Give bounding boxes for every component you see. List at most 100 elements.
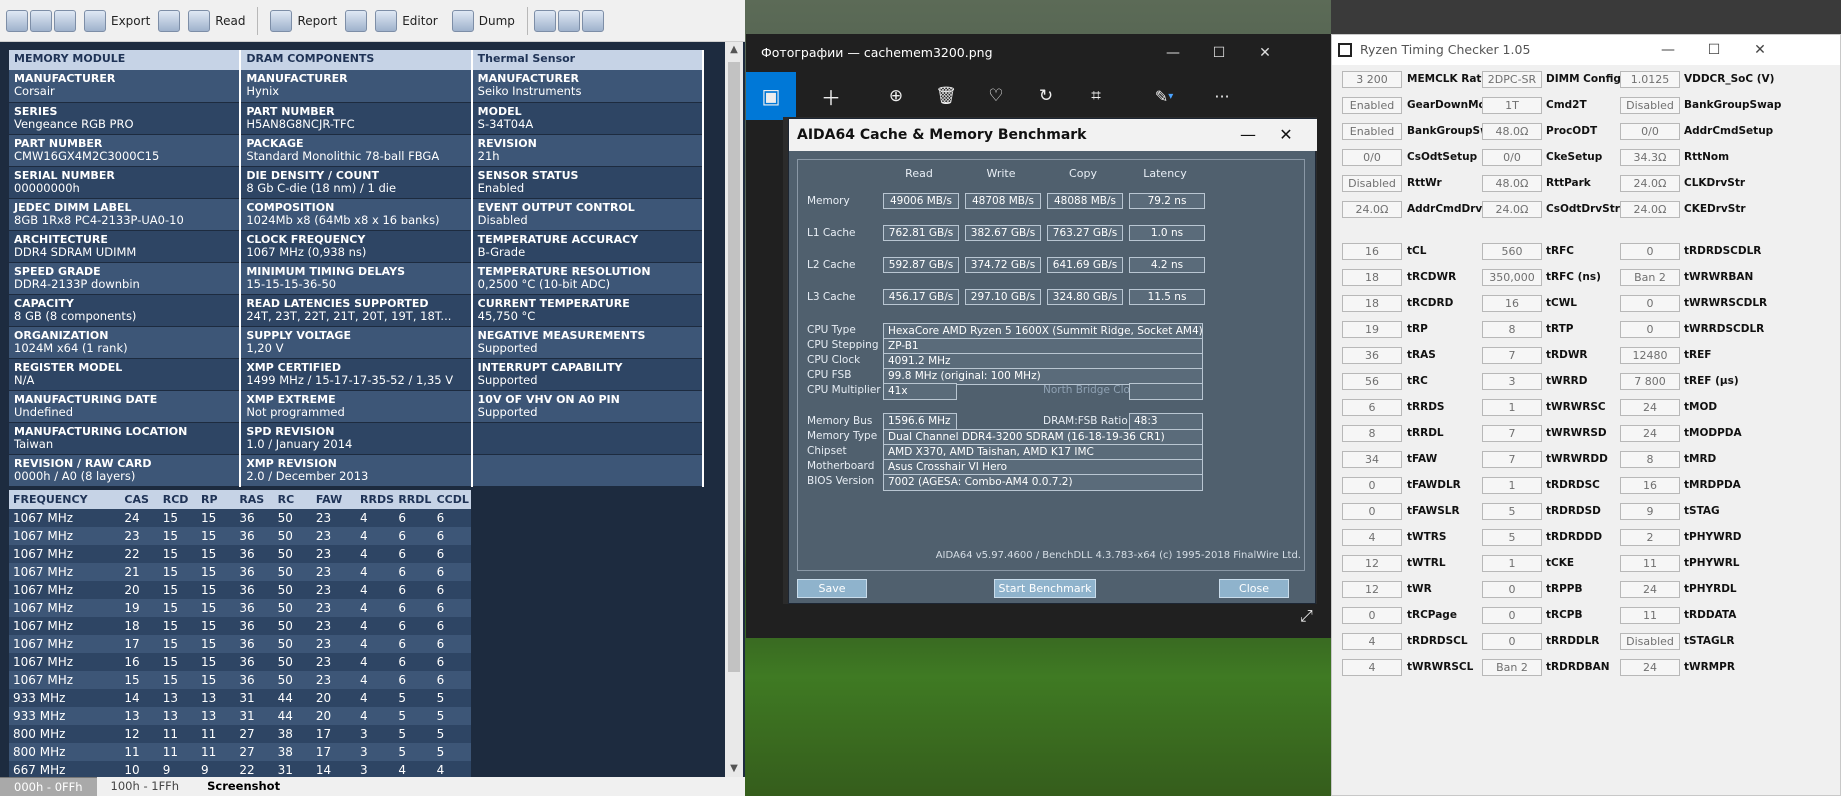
- timing-value-field[interactable]: 8: [1620, 451, 1680, 468]
- timing-value-field[interactable]: 18: [1342, 269, 1402, 286]
- timing-value-field[interactable]: 0: [1342, 503, 1402, 520]
- timing-value-field[interactable]: 0: [1482, 633, 1542, 650]
- close-icon[interactable]: ✕: [1242, 34, 1288, 72]
- timing-value-field[interactable]: 11: [1620, 607, 1680, 624]
- timing-value-field[interactable]: 5: [1482, 503, 1542, 520]
- timing-value-field[interactable]: 7: [1482, 425, 1542, 442]
- tab-screenshot[interactable]: Screenshot: [193, 777, 294, 796]
- timing-value-field[interactable]: 24.0Ω: [1620, 175, 1680, 192]
- report-button[interactable]: Report: [264, 6, 343, 36]
- timing-value-field[interactable]: 0: [1482, 607, 1542, 624]
- timing-value-field[interactable]: 18: [1342, 295, 1402, 312]
- table-row[interactable]: 1067 MHz 18 15 15 36 50 23 4 6 6: [9, 617, 471, 635]
- crop-icon[interactable]: ⌗: [1071, 72, 1121, 120]
- save-icon[interactable]: [54, 9, 76, 32]
- timing-value-field[interactable]: 16: [1482, 295, 1542, 312]
- timing-value-field[interactable]: 19: [1342, 321, 1402, 338]
- timing-value-field[interactable]: 5: [1482, 529, 1542, 546]
- close-icon[interactable]: ✕: [1269, 119, 1303, 151]
- timing-value-field[interactable]: 12: [1342, 555, 1402, 572]
- minimize-icon[interactable]: —: [1231, 119, 1265, 151]
- timing-value-field[interactable]: 6: [1342, 399, 1402, 416]
- timing-value-field[interactable]: 0: [1342, 607, 1402, 624]
- timing-value-field[interactable]: 4: [1342, 529, 1402, 546]
- timing-value-field[interactable]: 3: [1482, 373, 1542, 390]
- maximize-icon[interactable]: ☐: [1196, 34, 1242, 72]
- monitor-icon[interactable]: [581, 9, 604, 32]
- table-row[interactable]: 800 MHz 11 11 11 27 38 17 3 5 5: [9, 743, 471, 761]
- timing-value-field[interactable]: 12: [1342, 581, 1402, 598]
- minimize-icon[interactable]: —: [1150, 34, 1196, 72]
- start-benchmark-button[interactable]: Start Benchmark: [994, 579, 1096, 598]
- close-icon[interactable]: ✕: [1738, 35, 1782, 65]
- timing-value-field[interactable]: 0/0: [1342, 149, 1402, 166]
- timing-value-field[interactable]: 2: [1620, 529, 1680, 546]
- timing-value-field[interactable]: 34: [1342, 451, 1402, 468]
- timing-value-field[interactable]: 24.0Ω: [1620, 201, 1680, 218]
- zoom-icon[interactable]: ⊕: [871, 72, 921, 120]
- timing-value-field[interactable]: 16: [1620, 477, 1680, 494]
- tab-000h-0ffh[interactable]: 000h - 0FFh: [0, 777, 97, 796]
- lock-icon[interactable]: [158, 9, 181, 32]
- timing-value-field[interactable]: 56: [1342, 373, 1402, 390]
- settings-icon[interactable]: [6, 9, 28, 32]
- timing-value-field[interactable]: 0/0: [1620, 123, 1680, 140]
- timing-value-field[interactable]: 2DPC-SR: [1482, 71, 1542, 88]
- export-button[interactable]: Export: [78, 6, 156, 36]
- timing-value-field[interactable]: 0: [1482, 581, 1542, 598]
- timing-value-field[interactable]: Enabled: [1342, 97, 1402, 114]
- timing-value-field[interactable]: 36: [1342, 347, 1402, 364]
- timing-value-field[interactable]: 48.0Ω: [1482, 175, 1542, 192]
- timing-value-field[interactable]: 0: [1620, 243, 1680, 260]
- vertical-scrollbar[interactable]: ▲ ▼: [725, 42, 743, 777]
- timing-value-field[interactable]: 4: [1342, 633, 1402, 650]
- timing-value-field[interactable]: 7: [1482, 347, 1542, 364]
- timing-value-field[interactable]: 7 800: [1620, 373, 1680, 390]
- table-row[interactable]: 1067 MHz 23 15 15 36 50 23 4 6 6: [9, 527, 471, 545]
- timing-value-field[interactable]: 24: [1620, 581, 1680, 598]
- timing-value-field[interactable]: 11: [1620, 555, 1680, 572]
- table-row[interactable]: 1067 MHz 15 15 15 36 50 23 4 6 6: [9, 671, 471, 689]
- more-icon[interactable]: ···: [1197, 72, 1247, 120]
- screenshot-icon[interactable]: [533, 9, 556, 32]
- timing-value-field[interactable]: 8: [1482, 321, 1542, 338]
- dump-button[interactable]: Dump: [446, 6, 521, 36]
- timing-value-field[interactable]: 1: [1482, 555, 1542, 572]
- scroll-down-icon[interactable]: ▼: [725, 761, 743, 777]
- table-row[interactable]: 1067 MHz 19 15 15 36 50 23 4 6 6: [9, 599, 471, 617]
- timing-value-field[interactable]: 0: [1620, 295, 1680, 312]
- timing-value-field[interactable]: 4: [1342, 659, 1402, 676]
- timing-value-field[interactable]: 1: [1482, 477, 1542, 494]
- table-row[interactable]: 1067 MHz 22 15 15 36 50 23 4 6 6: [9, 545, 471, 563]
- tab-100h-1ffh[interactable]: 100h - 1FFh: [97, 777, 194, 796]
- timing-value-field[interactable]: Disabled: [1620, 97, 1680, 114]
- timing-value-field[interactable]: 24.0Ω: [1342, 201, 1402, 218]
- copy-icon[interactable]: [557, 9, 580, 32]
- editor-button[interactable]: Editor: [369, 6, 444, 36]
- fullscreen-icon[interactable]: ⤢: [1300, 606, 1313, 626]
- table-row[interactable]: 1067 MHz 17 15 15 36 50 23 4 6 6: [9, 635, 471, 653]
- timing-value-field[interactable]: 12480: [1620, 347, 1680, 364]
- read-button[interactable]: Read: [182, 6, 251, 36]
- rotate-icon[interactable]: ↻: [1021, 72, 1071, 120]
- timing-value-field[interactable]: 3 200: [1342, 71, 1402, 88]
- timing-value-field[interactable]: Ban 2: [1620, 269, 1680, 286]
- table-row[interactable]: 1067 MHz 24 15 15 36 50 23 4 6 6: [9, 509, 471, 527]
- timing-value-field[interactable]: Ban 2: [1482, 659, 1542, 676]
- timing-value-field[interactable]: 0: [1342, 477, 1402, 494]
- timing-value-field[interactable]: Disabled: [1342, 175, 1402, 192]
- timing-value-field[interactable]: 0/0: [1482, 149, 1542, 166]
- save-button[interactable]: Save: [797, 579, 867, 598]
- timing-value-field[interactable]: 8: [1342, 425, 1402, 442]
- scroll-up-icon[interactable]: ▲: [725, 42, 743, 58]
- table-row[interactable]: 800 MHz 12 11 11 27 38 17 3 5 5: [9, 725, 471, 743]
- delete-icon[interactable]: 🗑: [921, 72, 971, 120]
- photo-icon[interactable]: ▣: [746, 72, 796, 120]
- timing-value-field[interactable]: 24: [1620, 425, 1680, 442]
- table-row[interactable]: 1067 MHz 21 15 15 36 50 23 4 6 6: [9, 563, 471, 581]
- timing-value-field[interactable]: 24.0Ω: [1482, 201, 1542, 218]
- open-icon[interactable]: [30, 9, 52, 32]
- table-row[interactable]: 1067 MHz 16 15 15 36 50 23 4 6 6: [9, 653, 471, 671]
- timing-value-field[interactable]: Enabled: [1342, 123, 1402, 140]
- timing-value-field[interactable]: 16: [1342, 243, 1402, 260]
